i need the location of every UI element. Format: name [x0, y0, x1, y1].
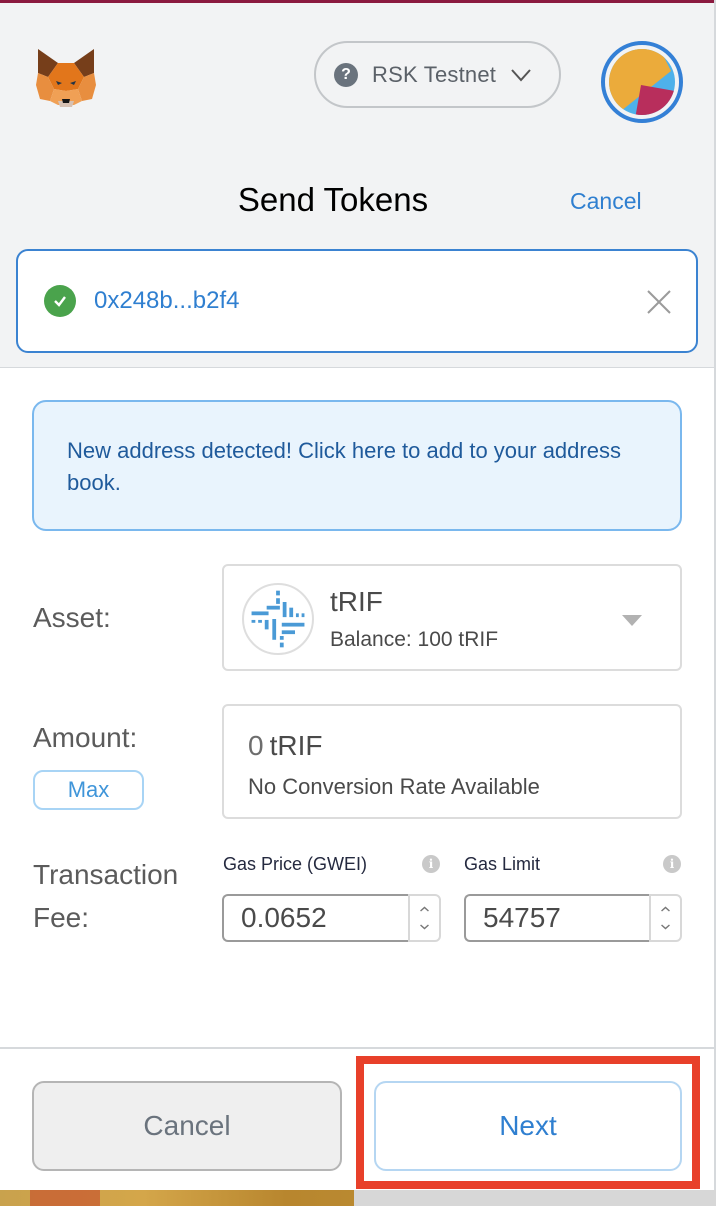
network-label: RSK Testnet: [372, 61, 497, 87]
gas-price-stepper[interactable]: [408, 894, 441, 942]
page-title: Send Tokens: [237, 181, 429, 218]
recipient-address: 0x248b...b2f4: [94, 287, 240, 314]
amount-label: Amount:: [33, 722, 138, 753]
amount-value[interactable]: 0 tRIF: [248, 730, 322, 762]
info-icon[interactable]: i: [422, 855, 440, 873]
transaction-fee-label-line2: Fee:: [33, 902, 90, 933]
header-cancel-link[interactable]: Cancel: [570, 188, 642, 215]
transaction-fee-label-line1: Transaction: [33, 859, 179, 890]
question-circle-icon: ?: [334, 62, 358, 87]
next-button[interactable]: Next: [374, 1081, 682, 1171]
info-icon[interactable]: i: [663, 855, 681, 873]
amount-unit: tRIF: [269, 730, 323, 761]
network-selector[interactable]: ? RSK Testnet: [314, 41, 561, 108]
add-to-address-book-notice[interactable]: New address detected! Click here to add …: [32, 400, 682, 531]
background-page-strip: [0, 1190, 716, 1206]
gas-limit-label: Gas Limit: [464, 854, 541, 874]
recipient-field[interactable]: 0x248b...b2f4: [16, 249, 698, 353]
asset-symbol: tRIF: [330, 586, 383, 617]
account-avatar[interactable]: [601, 41, 683, 123]
gas-price-input[interactable]: 0.0652: [222, 894, 408, 942]
gas-limit-input[interactable]: 54757: [464, 894, 649, 942]
check-circle-icon: [44, 285, 76, 317]
chevron-down-icon: [511, 68, 531, 81]
asset-label: Asset:: [33, 602, 111, 633]
asset-selector[interactable]: tRIF Balance: 100 tRIF: [222, 564, 682, 671]
max-button[interactable]: Max: [33, 770, 144, 810]
increment-icon: [661, 906, 670, 912]
decrement-icon: [661, 924, 670, 930]
send-header: ? RSK Testnet Send Tokens Cancel 0x248b.…: [0, 3, 714, 368]
background-pattern: [30, 1190, 100, 1206]
background-panel: [354, 1190, 716, 1206]
metamask-fox-icon: [36, 49, 96, 107]
gas-limit-stepper[interactable]: [649, 894, 682, 942]
account-identicon: [609, 49, 675, 115]
rif-token-icon: [242, 583, 314, 655]
gas-price-label: Gas Price (GWEI): [223, 854, 368, 874]
asset-balance: Balance: 100 tRIF: [330, 628, 499, 651]
cancel-button[interactable]: Cancel: [32, 1081, 342, 1171]
caret-down-icon: [622, 615, 642, 626]
conversion-rate: No Conversion Rate Available: [248, 774, 540, 799]
amount-number: 0: [248, 730, 264, 761]
amount-input[interactable]: 0 tRIF No Conversion Rate Available: [222, 704, 682, 819]
decrement-icon: [420, 924, 429, 930]
send-footer: Cancel Next: [0, 1047, 714, 1190]
increment-icon: [420, 906, 429, 912]
close-icon[interactable]: [646, 289, 672, 315]
